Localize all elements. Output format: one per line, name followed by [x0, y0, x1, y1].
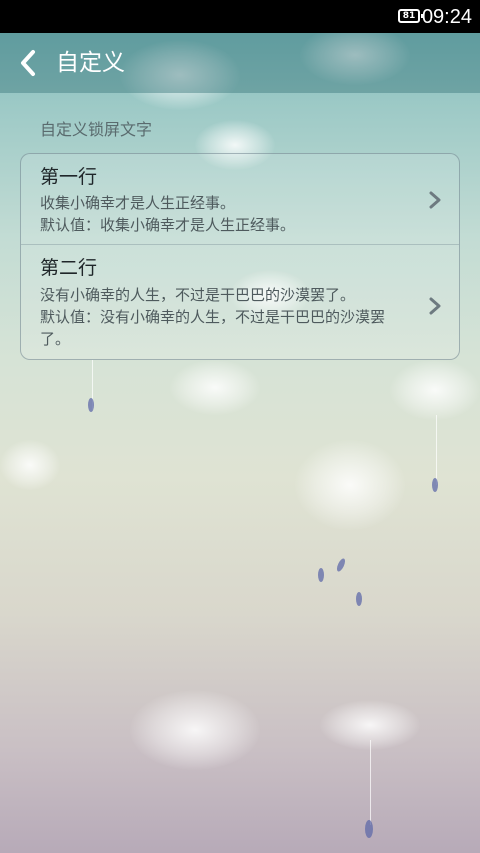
background-bokeh	[130, 690, 260, 770]
background-bokeh	[170, 360, 260, 415]
app-header: 自定义	[0, 33, 480, 93]
background-seed	[88, 398, 94, 412]
battery-icon: 81	[398, 9, 423, 23]
setting-row-default: 默认值：收集小确幸才是人生正经事。	[40, 216, 296, 234]
background-stem	[436, 415, 437, 485]
background-seed	[356, 592, 362, 606]
background-seed	[318, 568, 324, 582]
background-seed	[432, 478, 438, 492]
setting-row-line-1[interactable]: 第一行 收集小确幸才是人生正经事。 默认值：收集小确幸才是人生正经事。	[21, 154, 459, 244]
background-bokeh	[295, 440, 405, 530]
page-title: 自定义	[56, 50, 125, 76]
status-bar: 81 09:24	[0, 0, 480, 33]
chevron-left-icon	[21, 50, 35, 76]
setting-row-value: 收集小确幸才是人生正经事。	[40, 194, 236, 212]
setting-row-title: 第二行	[40, 257, 98, 279]
status-time: 09:24	[421, 6, 472, 28]
background-bokeh	[390, 360, 480, 420]
setting-row-default: 默认值：没有小确幸的人生，不过是干巴巴的沙漠罢了。	[40, 308, 386, 348]
battery-level: 81	[402, 11, 416, 21]
chevron-right-icon	[429, 191, 441, 209]
background-bokeh	[0, 440, 60, 490]
setting-row-line-2[interactable]: 第二行 没有小确幸的人生，不过是干巴巴的沙漠罢了。 默认值：没有小确幸的人生，不…	[21, 245, 459, 359]
setting-row-title: 第一行	[40, 166, 98, 188]
background-seed	[365, 820, 373, 838]
background-stem	[370, 740, 371, 825]
lockscreen-custom-text-screen: 81 09:24 自定义 自定义锁屏文字 第一行 收集小确幸才是人生正经事。 默…	[0, 0, 480, 853]
section-label: 自定义锁屏文字	[40, 120, 153, 139]
settings-card: 第一行 收集小确幸才是人生正经事。 默认值：收集小确幸才是人生正经事。 第二行 …	[20, 153, 460, 360]
chevron-right-icon	[429, 297, 441, 315]
background-seed	[335, 557, 347, 573]
setting-row-value: 没有小确幸的人生，不过是干巴巴的沙漠罢了。	[40, 286, 356, 304]
back-button[interactable]	[8, 43, 48, 83]
